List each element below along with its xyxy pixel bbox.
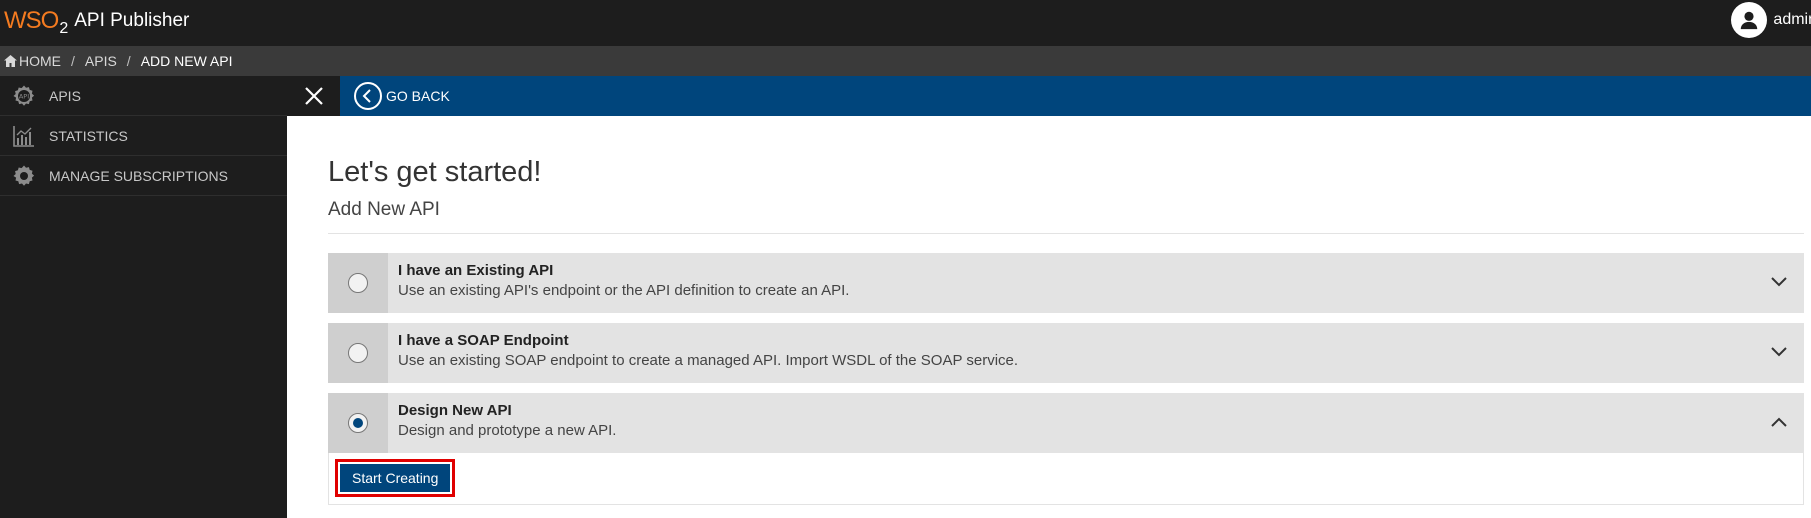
option-description: Use an existing SOAP endpoint to create … — [398, 352, 1019, 369]
go-back-label: GO BACK — [386, 88, 450, 104]
option-radio-cell — [328, 253, 388, 313]
sidebar-item-manage-subscriptions[interactable]: MANAGE SUBSCRIPTIONS — [0, 156, 287, 196]
go-back-button[interactable]: GO BACK — [354, 82, 450, 110]
option-existing-api[interactable]: I have an Existing API Use an existing A… — [328, 253, 1804, 313]
option-title: Design New API — [398, 402, 512, 419]
start-creating-button[interactable]: Start Creating — [340, 464, 451, 492]
sidebar-item-label: APIS — [49, 87, 81, 104]
breadcrumb-separator: / — [71, 53, 75, 69]
breadcrumb: HOME / APIS / ADD NEW API — [0, 46, 1811, 76]
logo-sub: 2 — [59, 20, 69, 37]
close-button[interactable] — [287, 76, 340, 116]
highlight-box: Start Creating — [335, 459, 456, 497]
home-icon — [4, 55, 17, 67]
breadcrumb-apis[interactable]: APIS — [85, 53, 117, 69]
chevron-up-icon[interactable] — [1770, 415, 1788, 433]
user-menu[interactable]: admin — [1731, 0, 1811, 40]
app-title: API Publisher — [74, 10, 190, 31]
user-avatar-icon[interactable] — [1731, 2, 1768, 38]
breadcrumb-current: ADD NEW API — [140, 53, 233, 69]
option-title: I have a SOAP Endpoint — [398, 332, 569, 349]
api-gear-icon: API — [12, 84, 36, 108]
sidebar: API APIS STATISTICS MANAGE SUBSCRIPTIONS — [0, 76, 287, 518]
option-radio-cell — [328, 323, 388, 383]
option-design-new-api[interactable]: Design New API Design and prototype a ne… — [328, 393, 1804, 453]
option-radio-cell — [328, 393, 388, 453]
breadcrumb-separator: / — [126, 53, 131, 69]
chevron-down-icon[interactable] — [1770, 345, 1788, 363]
chart-icon — [12, 124, 36, 148]
logo-text: WSO — [4, 7, 59, 34]
sidebar-item-label: STATISTICS — [49, 127, 128, 144]
option-description: Design and prototype a new API. — [398, 422, 617, 439]
gear-icon — [12, 164, 36, 188]
option-soap-endpoint[interactable]: I have a SOAP Endpoint Use an existing S… — [328, 323, 1804, 383]
option-title: I have an Existing API — [398, 262, 554, 279]
wso2-logo[interactable]: WSO 2 API Publisher — [4, 4, 189, 38]
close-icon — [304, 87, 323, 105]
option-description: Use an existing API's endpoint or the AP… — [398, 282, 850, 299]
radio-dot — [353, 418, 363, 428]
user-name[interactable]: admin — [1773, 11, 1811, 29]
sidebar-item-label: MANAGE SUBSCRIPTIONS — [49, 167, 228, 184]
sidebar-item-statistics[interactable]: STATISTICS — [0, 116, 287, 156]
option-text: I have an Existing API Use an existing A… — [388, 253, 849, 313]
chevron-left-icon — [354, 82, 382, 110]
option-text: Design New API Design and prototype a ne… — [388, 393, 616, 453]
chevron-down-icon[interactable] — [1770, 275, 1788, 293]
sidebar-item-apis[interactable]: API APIS — [0, 76, 287, 116]
radio-button-selected[interactable] — [348, 413, 368, 433]
page-subtitle: Add New API — [328, 199, 1804, 234]
svg-text:API: API — [19, 92, 29, 100]
main-panel: GO BACK Let's get started! Add New API I… — [287, 76, 1811, 518]
radio-button[interactable] — [348, 273, 368, 293]
page-title: Let's get started! — [328, 156, 542, 188]
option-text: I have a SOAP Endpoint Use an existing S… — [388, 323, 1018, 383]
breadcrumb-home[interactable]: HOME — [4, 53, 61, 69]
content-area: Let's get started! Add New API I have an… — [328, 116, 1804, 505]
radio-button[interactable] — [348, 343, 368, 363]
top-bar: WSO 2 API Publisher admin — [0, 0, 1811, 46]
breadcrumb-home-label: HOME — [19, 53, 61, 69]
option-expanded-panel: Start Creating — [328, 453, 1804, 505]
action-bar: GO BACK — [287, 76, 1811, 116]
